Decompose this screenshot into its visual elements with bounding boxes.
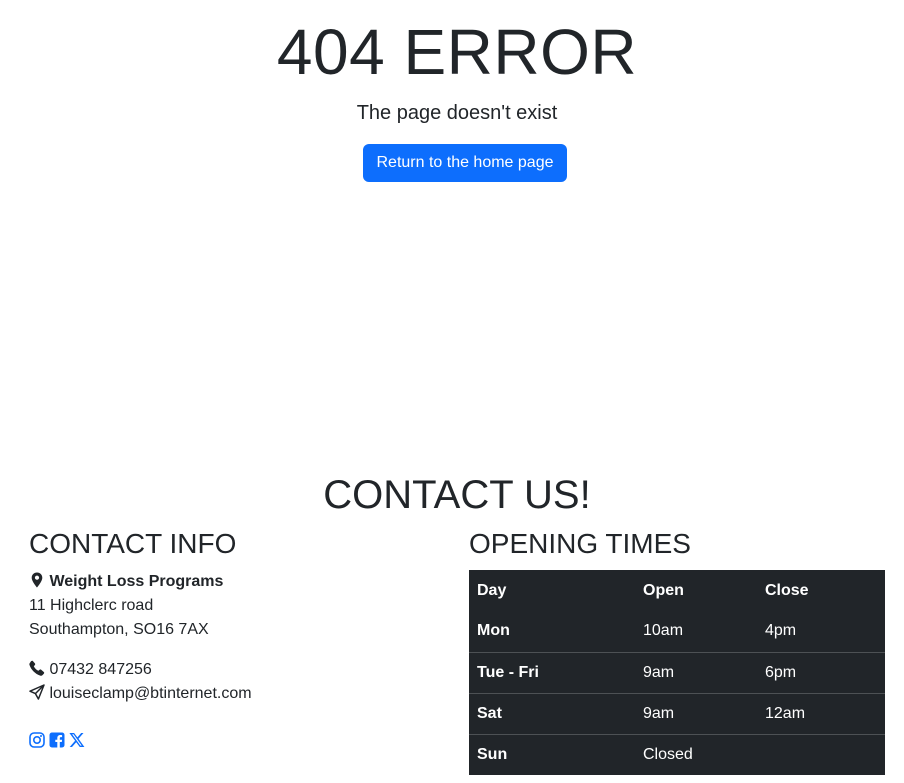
day-cell: Tue - Fri (469, 652, 635, 694)
address-block: Weight Loss Programs 11 Highclerc road S… (29, 570, 449, 642)
address-line1: 11 Highclerc road (29, 597, 154, 614)
contact-info-title: CONTACT INFO (29, 528, 237, 559)
opening-times-title: OPENING TIMES (469, 528, 691, 559)
header-close: Close (765, 581, 809, 599)
opening-times-table: Day Open Close Mon 10am 4pm Tue - Fri 9a… (469, 570, 885, 775)
header-day: Day (477, 581, 507, 599)
opening-times-section: OPENING TIMES Day Open Close Mon 10am 4p… (469, 526, 885, 775)
email-address[interactable]: louiseclamp@btinternet.com (49, 685, 251, 702)
facebook-icon[interactable] (49, 732, 65, 748)
address-line2: Southampton, SO16 7AX (29, 621, 209, 638)
open-cell: Closed (643, 745, 693, 763)
open-cell: 9am (635, 652, 757, 694)
paper-plane-icon (29, 684, 45, 700)
table-row: Sat 9am 12am (469, 693, 885, 735)
contact-heading: CONTACT US! (323, 473, 591, 517)
day-cell: Mon (469, 611, 635, 653)
x-twitter-icon[interactable] (69, 732, 85, 748)
social-links (29, 732, 85, 748)
contact-info-section: CONTACT INFO Weight Loss Programs 11 Hig… (29, 526, 449, 748)
table-row: Tue - Fri 9am 6pm (469, 652, 885, 694)
map-marker-icon (29, 572, 45, 588)
phone-number: 07432 847256 (49, 661, 152, 678)
header-open: Open (643, 581, 684, 599)
table-row: Sun Closed (469, 734, 885, 775)
close-cell: 4pm (757, 611, 885, 653)
business-name: Weight Loss Programs (49, 573, 224, 590)
business-line: Weight Loss Programs (29, 570, 449, 594)
open-cell: 9am (635, 693, 757, 735)
return-home-button[interactable]: Return to the home page (363, 144, 567, 182)
phone-icon (29, 660, 45, 676)
close-cell (757, 734, 885, 775)
close-cell: 6pm (757, 652, 885, 694)
instagram-icon[interactable] (29, 732, 45, 748)
phone-line: 07432 847256 (29, 658, 449, 682)
day-cell: Sat (469, 693, 635, 735)
close-cell: 12am (757, 693, 885, 735)
table-row: Mon 10am 4pm (469, 611, 885, 653)
error-title: 404 ERROR (276, 16, 638, 88)
day-cell: Sun (477, 745, 508, 763)
email-line: louiseclamp@btinternet.com (29, 682, 449, 706)
open-cell: 10am (635, 611, 757, 653)
contact-lines: 07432 847256 louiseclamp@btinternet.com (29, 658, 449, 706)
error-subtitle: The page doesn't exist (356, 102, 558, 124)
table-header-row: Day Open Close (469, 570, 885, 611)
